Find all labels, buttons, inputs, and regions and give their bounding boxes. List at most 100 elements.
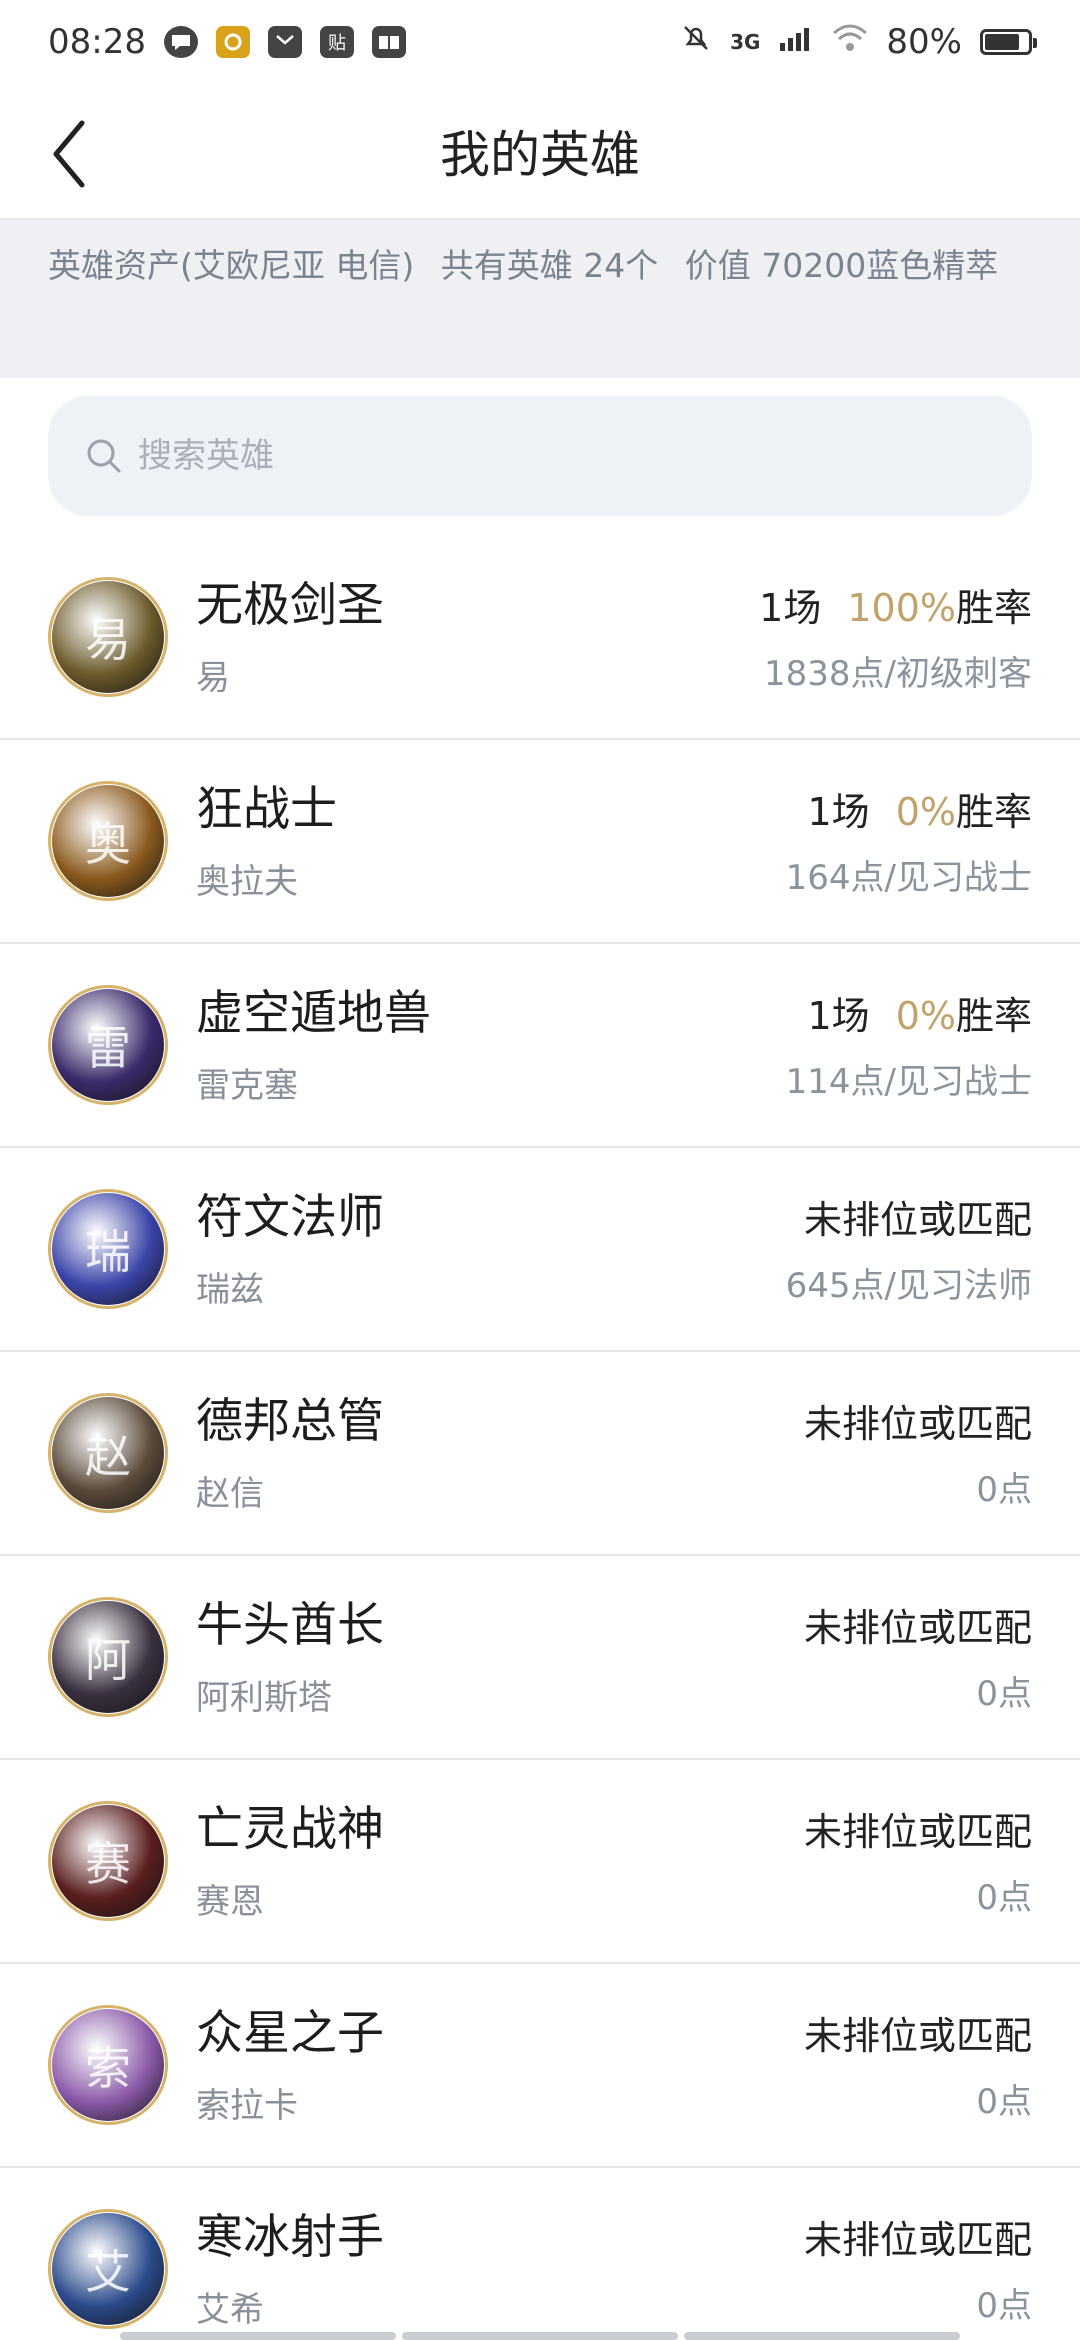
- nav-bar: 我的英雄: [0, 84, 1080, 220]
- hero-avatar: 奥: [48, 781, 168, 901]
- hero-avatar: 阿: [48, 1597, 168, 1717]
- search-box[interactable]: [48, 396, 1032, 516]
- hero-unranked: 未排位或匹配: [803, 2013, 1032, 2058]
- hero-unranked: 未排位或匹配: [803, 1605, 1032, 1650]
- hero-unranked: 未排位或匹配: [803, 2217, 1032, 2262]
- hero-row[interactable]: 易 无极剑圣 易 1场 100%胜率 1838点/初级刺客: [0, 536, 1080, 740]
- hero-stats: 1场 0%胜率 114点/见习战士: [786, 988, 1032, 1103]
- hero-title: 牛头酋长: [196, 1597, 384, 1653]
- hero-stats: 未排位或匹配 0点: [804, 2212, 1032, 2327]
- hero-portrait: 瑞: [52, 1193, 164, 1305]
- hero-row[interactable]: 艾 寒冰射手 艾希 未排位或匹配 0点: [0, 2168, 1080, 2340]
- hero-stats: 未排位或匹配 645点/见习法师: [786, 1192, 1032, 1307]
- hero-stats: 未排位或匹配 0点: [804, 1804, 1032, 1919]
- hero-info: 亡灵战神 赛恩: [196, 1800, 804, 1923]
- hero-title: 寒冰射手: [196, 2209, 384, 2265]
- hero-stats: 1场 100%胜率 1838点/初级刺客: [759, 580, 1032, 695]
- status-time: 08:28: [48, 22, 146, 62]
- hero-avatar: 雷: [48, 985, 168, 1105]
- hero-points: 0点: [976, 1877, 1032, 1918]
- hero-avatar: 瑞: [48, 1189, 168, 1309]
- hero-unranked: 未排位或匹配: [803, 1197, 1032, 1242]
- hero-stats: 未排位或匹配 0点: [804, 1600, 1032, 1715]
- summary-assets: 英雄资产(艾欧尼亚 电信): [48, 246, 415, 285]
- hero-info: 德邦总管 赵信: [196, 1392, 804, 1515]
- hero-name: 赛恩: [196, 1881, 264, 1922]
- hero-info: 狂战士 奥拉夫: [196, 780, 786, 903]
- hero-win-rate: 0%: [895, 993, 956, 1038]
- hero-name: 阿利斯塔: [196, 1677, 332, 1718]
- bottom-indicator: [0, 2332, 1080, 2340]
- hero-points: 114点/见习战士: [785, 1061, 1032, 1102]
- hero-games: 1场: [807, 993, 870, 1038]
- search-input[interactable]: [138, 436, 938, 476]
- hero-name: 索拉卡: [196, 2085, 298, 2126]
- hero-name: 奥拉夫: [196, 861, 298, 902]
- hero-row[interactable]: 赛 亡灵战神 赛恩 未排位或匹配 0点: [0, 1760, 1080, 1964]
- network-label: 3G: [730, 30, 761, 54]
- hero-portrait: 赵: [52, 1397, 164, 1509]
- hero-row[interactable]: 雷 虚空遁地兽 雷克塞 1场 0%胜率 114点/见习战士: [0, 944, 1080, 1148]
- hero-name: 易: [196, 657, 230, 698]
- signal-icon: [778, 22, 814, 62]
- hero-games: 1场: [807, 789, 870, 834]
- mail-icon: [267, 26, 302, 58]
- hero-portrait: 赛: [52, 1805, 164, 1917]
- hero-points: 0点: [976, 2285, 1032, 2326]
- hero-info: 虚空遁地兽 雷克塞: [196, 984, 786, 1107]
- indicator-segment: [684, 2332, 960, 2340]
- hero-info: 无极剑圣 易: [196, 576, 759, 699]
- hero-games-rate: 1场 100%胜率: [759, 580, 1032, 636]
- hero-info: 牛头酋长 阿利斯塔: [196, 1596, 804, 1719]
- hero-info: 符文法师 瑞兹: [196, 1188, 786, 1311]
- hero-games: 1场: [759, 585, 822, 630]
- hero-stats: 未排位或匹配 0点: [804, 2008, 1032, 2123]
- hero-name: 赵信: [196, 1473, 264, 1514]
- back-button[interactable]: [40, 120, 100, 188]
- hero-points: 0点: [976, 1673, 1032, 1714]
- hero-row[interactable]: 瑞 符文法师 瑞兹 未排位或匹配 645点/见习法师: [0, 1148, 1080, 1352]
- status-bar: 08:28 贴 3G 80%: [0, 0, 1080, 84]
- hero-points: 164点/见习战士: [785, 857, 1032, 898]
- hero-portrait: 易: [52, 581, 164, 693]
- hero-title: 德邦总管: [196, 1393, 384, 1449]
- hero-row[interactable]: 奥 狂战士 奥拉夫 1场 0%胜率 164点/见习战士: [0, 740, 1080, 944]
- hero-title: 虚空遁地兽: [196, 985, 431, 1041]
- hero-title: 符文法师: [196, 1189, 384, 1245]
- hero-avatar: 易: [48, 577, 168, 697]
- game-icon: [215, 26, 250, 58]
- battery-percent: 80%: [886, 22, 962, 62]
- hero-unranked: 未排位或匹配: [803, 1809, 1032, 1854]
- hero-unranked: 未排位或匹配: [803, 1401, 1032, 1446]
- battery-fill: [985, 34, 1019, 50]
- hero-row[interactable]: 阿 牛头酋长 阿利斯塔 未排位或匹配 0点: [0, 1556, 1080, 1760]
- hero-stats: 1场 0%胜率 164点/见习战士: [786, 784, 1032, 899]
- page-title: 我的英雄: [440, 126, 640, 184]
- hero-row[interactable]: 赵 德邦总管 赵信 未排位或匹配 0点: [0, 1352, 1080, 1556]
- hero-avatar: 赵: [48, 1393, 168, 1513]
- hero-points: 1838点/初级刺客: [764, 653, 1032, 694]
- hero-games-rate: 1场 0%胜率: [786, 988, 1033, 1044]
- hero-list: 易 无极剑圣 易 1场 100%胜率 1838点/初级刺客 奥 狂战士 奥拉夫 1…: [0, 536, 1080, 2340]
- summary-count: 共有英雄 24个: [440, 246, 659, 285]
- hero-name: 瑞兹: [196, 1269, 264, 1310]
- wifi-icon: [832, 22, 868, 62]
- hero-win-rate-label: 胜率: [955, 993, 1032, 1038]
- hero-portrait: 奥: [52, 785, 164, 897]
- hero-avatar: 赛: [48, 1801, 168, 1921]
- hero-row[interactable]: 索 众星之子 索拉卡 未排位或匹配 0点: [0, 1964, 1080, 2168]
- hero-name: 雷克塞: [196, 1065, 298, 1106]
- tieba-icon: 贴: [319, 26, 354, 58]
- battery-icon: [980, 29, 1037, 55]
- hero-games-rate: 1场 0%胜率: [786, 784, 1033, 840]
- hero-title: 众星之子: [196, 2005, 384, 2061]
- hero-info: 寒冰射手 艾希: [196, 2208, 804, 2331]
- hero-title: 狂战士: [196, 781, 337, 837]
- hero-portrait: 索: [52, 2009, 164, 2121]
- hero-stats: 未排位或匹配 0点: [804, 1396, 1032, 1511]
- hero-name: 艾希: [196, 2289, 264, 2330]
- hero-title: 亡灵战神: [196, 1801, 384, 1857]
- hero-info: 众星之子 索拉卡: [196, 2004, 804, 2127]
- book-icon: [371, 26, 406, 58]
- hero-assets-summary: 英雄资产(艾欧尼亚 电信) 共有英雄 24个 价值 70200蓝色精萃: [0, 220, 1080, 378]
